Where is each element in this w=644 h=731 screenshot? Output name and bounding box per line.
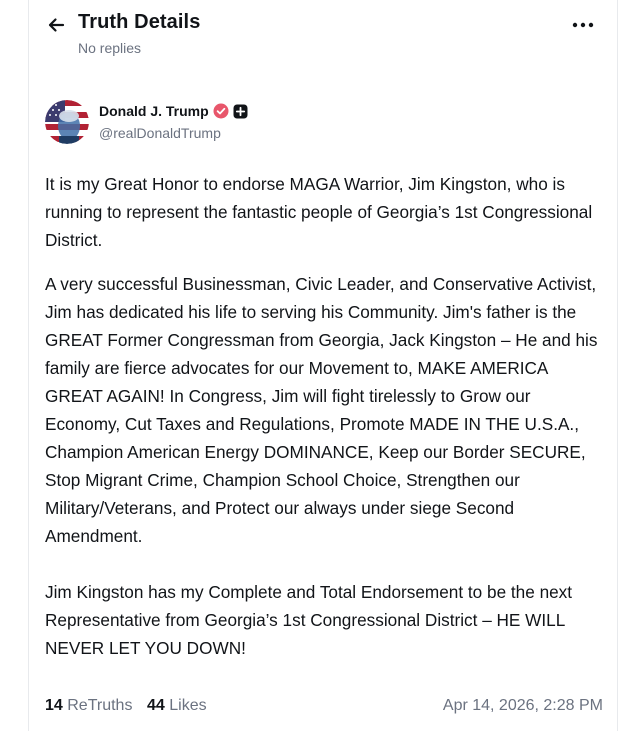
- likes-count: 44: [147, 697, 165, 714]
- page-title: Truth Details: [78, 11, 201, 33]
- author-name-row: Donald J. Trump: [99, 103, 248, 119]
- back-button[interactable]: [43, 12, 69, 38]
- reply-count-text: No replies: [78, 40, 142, 56]
- post-paragraph: A very successful Businessman, Civic Lea…: [45, 274, 598, 546]
- verified-badge-icon: [213, 103, 229, 119]
- post-timestamp[interactable]: Apr 14, 2026, 2:28 PM: [443, 697, 603, 715]
- post-content: It is my Great Honor to endorse MAGA War…: [45, 170, 601, 662]
- post-paragraph: It is my Great Honor to endorse MAGA War…: [45, 174, 593, 250]
- likes-stat[interactable]: 44 Likes: [147, 697, 207, 715]
- arrow-left-icon: [48, 18, 65, 32]
- retruths-stat[interactable]: 14 ReTruths: [45, 697, 132, 715]
- post-detail-panel: Truth Details No replies Donald J. Trump…: [28, 0, 618, 731]
- more-options-button[interactable]: [571, 14, 595, 36]
- plus-badge-icon: [233, 104, 248, 118]
- retruths-label: ReTruths: [67, 697, 133, 714]
- post-paragraph: Jim Kingston has my Complete and Total E…: [45, 582, 573, 658]
- author-name[interactable]: Donald J. Trump: [99, 103, 209, 119]
- post-stats: 14 ReTruths 44 Likes Apr 14, 2026, 2:28 …: [45, 697, 603, 721]
- avatar[interactable]: [45, 100, 89, 144]
- retruths-count: 14: [45, 697, 63, 714]
- page-header: Truth Details No replies: [29, 0, 617, 68]
- likes-label: Likes: [169, 697, 207, 714]
- more-horizontal-icon: [572, 22, 594, 28]
- post-author: Donald J. Trump @realDonaldTrump: [45, 98, 445, 146]
- author-handle[interactable]: @realDonaldTrump: [99, 125, 221, 141]
